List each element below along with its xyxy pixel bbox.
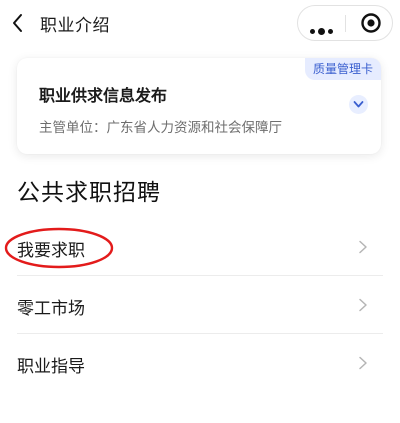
menu-item-career-guidance[interactable]: 职业指导 (0, 334, 400, 392)
chevron-down-icon (353, 101, 364, 108)
page-title: 职业介绍 (40, 16, 110, 36)
expand-button[interactable] (349, 95, 368, 114)
quality-badge: 质量管理卡 (304, 58, 381, 80)
card-title: 职业供求信息发布 (39, 86, 168, 105)
chevron-left-icon (13, 14, 22, 32)
mini-program-capsule (297, 5, 393, 41)
card-subtitle: 主管单位：广东省人力资源和社会保障厅 (39, 120, 282, 136)
menu-item-label: 职业指导 (17, 357, 85, 377)
info-card[interactable]: 质量管理卡 职业供求信息发布 主管单位：广东省人力资源和社会保障厅 (17, 58, 381, 154)
chevron-right-icon (359, 240, 367, 254)
menu-item-gig-market[interactable]: 零工市场 (0, 276, 400, 334)
target-close-icon (361, 13, 381, 33)
more-button[interactable] (298, 6, 344, 40)
back-button[interactable] (6, 8, 32, 38)
more-dots-icon (310, 21, 336, 40)
menu-item-job-seeking[interactable]: 我要求职 (0, 218, 400, 276)
chevron-right-icon (359, 356, 367, 370)
capsule-divider (345, 15, 346, 32)
page: 职业介绍 质量管理卡 职业供求信息发布 主管单位：广东省人力资源和社会保障厅 公… (0, 0, 400, 423)
menu-list: 我要求职 零工市场 职业指导 (0, 218, 400, 392)
chevron-right-icon (359, 298, 367, 312)
menu-item-label: 我要求职 (17, 241, 85, 261)
close-button[interactable] (350, 6, 392, 40)
menu-item-label: 零工市场 (17, 299, 85, 319)
section-title: 公共求职招聘 (17, 180, 161, 206)
nav-bar: 职业介绍 (0, 0, 400, 46)
